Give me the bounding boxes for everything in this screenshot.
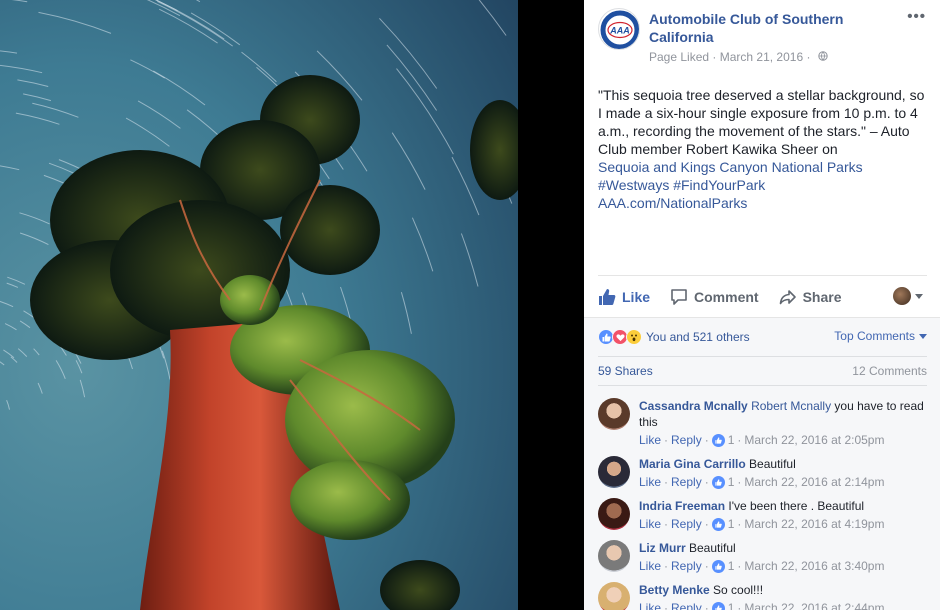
like-button[interactable]: Like xyxy=(598,288,650,306)
comment-actions: Like · Reply · 1 · March 22, 2016 at 2:44pm xyxy=(639,600,928,610)
comment-actions: Like · Reply · 1 · March 22, 2016 at 3:40pm xyxy=(639,558,928,574)
post-meta: Page Liked · March 21, 2016 · xyxy=(649,50,828,64)
commenter-avatar[interactable] xyxy=(598,498,630,530)
post-panel: AAA Automobile Club of Southern Californ… xyxy=(584,0,940,610)
comment-reply-link[interactable]: Reply xyxy=(671,516,702,532)
counts-row: 59 Shares 12 Comments xyxy=(598,356,927,386)
more-options-button[interactable]: ••• xyxy=(907,8,926,25)
comment-author[interactable]: Liz Murr xyxy=(639,541,686,555)
post-as-selector[interactable] xyxy=(893,287,923,305)
wow-reaction-icon xyxy=(626,329,642,345)
chevron-down-icon xyxy=(915,294,923,299)
share-label: Share xyxy=(803,289,842,305)
thumbs-up-icon xyxy=(598,288,616,306)
comment-author[interactable]: Betty Menke xyxy=(639,583,710,597)
comment-label: Comment xyxy=(694,289,759,305)
like-reaction-icon xyxy=(712,602,725,610)
shares-count[interactable]: 59 Shares xyxy=(598,364,653,378)
comment-like-count[interactable]: 1 xyxy=(728,432,735,448)
comment-time[interactable]: March 22, 2016 at 2:44pm xyxy=(744,600,884,610)
post-date[interactable]: March 21, 2016 xyxy=(720,50,803,64)
page-liked-label[interactable]: Page Liked xyxy=(649,50,709,64)
comment-reply-link[interactable]: Reply xyxy=(671,558,702,574)
post-body: "This sequoia tree deserved a stellar ba… xyxy=(598,86,928,212)
comment-like-link[interactable]: Like xyxy=(639,516,661,532)
post-action-bar: Like Comment Share xyxy=(598,275,927,317)
commenter-avatar[interactable] xyxy=(598,582,630,610)
comment-author[interactable]: Indria Freeman xyxy=(639,499,725,513)
comment-time[interactable]: March 22, 2016 at 3:40pm xyxy=(744,558,884,574)
comment-like-link[interactable]: Like xyxy=(639,432,661,448)
comment-text: Beautiful xyxy=(746,457,796,471)
reactions-row: You and 521 others Top Comments xyxy=(598,328,927,346)
post-body-text: "This sequoia tree deserved a stellar ba… xyxy=(598,87,924,157)
comment-like-link[interactable]: Like xyxy=(639,474,661,490)
like-reaction-icon xyxy=(712,560,725,573)
top-comments-label: Top Comments xyxy=(834,329,915,343)
reaction-icons[interactable] xyxy=(598,329,640,345)
top-comments-dropdown[interactable]: Top Comments xyxy=(834,329,927,343)
comment-text: So cool!!! xyxy=(710,583,763,597)
comment-actions: Like · Reply · 1 · March 22, 2016 at 2:05pm xyxy=(639,432,928,448)
url-link[interactable]: AAA.com/NationalParks xyxy=(598,194,928,212)
comment-reply-link[interactable]: Reply xyxy=(671,432,702,448)
comment-reply-link[interactable]: Reply xyxy=(671,600,702,610)
comment-actions: Like · Reply · 1 · March 22, 2016 at 2:14pm xyxy=(639,474,928,490)
globe-icon xyxy=(818,51,828,64)
commenter-avatar[interactable] xyxy=(598,456,630,488)
sequoia-star-trails-image xyxy=(0,0,518,610)
svg-text:AAA: AAA xyxy=(609,26,630,36)
comment-reply-link[interactable]: Reply xyxy=(671,474,702,490)
comment-text: Beautiful xyxy=(686,541,736,555)
comment-mention[interactable]: Robert Mcnally xyxy=(751,399,831,413)
aaa-logo-icon: AAA xyxy=(599,9,640,50)
comment-like-count[interactable]: 1 xyxy=(728,558,735,574)
like-reaction-icon xyxy=(712,518,725,531)
comment-like-link[interactable]: Like xyxy=(639,558,661,574)
feedback-section: You and 521 others Top Comments 59 Share… xyxy=(584,317,940,610)
like-label: Like xyxy=(622,289,650,305)
share-button[interactable]: Share xyxy=(779,288,842,306)
post-photo[interactable] xyxy=(0,0,518,610)
comment-like-count[interactable]: 1 xyxy=(728,474,735,490)
page-avatar[interactable]: AAA xyxy=(598,8,640,50)
comment-author[interactable]: Cassandra Mcnally xyxy=(639,399,748,413)
comment-like-count[interactable]: 1 xyxy=(728,516,735,532)
comment-time[interactable]: March 22, 2016 at 4:19pm xyxy=(744,516,884,532)
comment-button[interactable]: Comment xyxy=(670,288,759,306)
comment-text: I've been there . Beautiful xyxy=(725,499,864,513)
hashtags-link[interactable]: #Westways #FindYourPark xyxy=(598,176,928,194)
comment-author[interactable]: Maria Gina Carrillo xyxy=(639,457,746,471)
comment-icon xyxy=(670,288,688,306)
comment-time[interactable]: March 22, 2016 at 2:14pm xyxy=(744,474,884,490)
like-reaction-icon xyxy=(712,476,725,489)
commenter-avatar[interactable] xyxy=(598,540,630,572)
reactions-summary[interactable]: You and 521 others xyxy=(646,330,750,344)
comments-count[interactable]: 12 Comments xyxy=(852,364,927,378)
comment-actions: Like · Reply · 1 · March 22, 2016 at 4:19pm xyxy=(639,516,928,532)
like-reaction-icon xyxy=(712,434,725,447)
share-icon xyxy=(779,288,797,306)
comment-like-count[interactable]: 1 xyxy=(728,600,735,610)
comment-time[interactable]: March 22, 2016 at 2:05pm xyxy=(744,432,884,448)
page-name[interactable]: Automobile Club of Southern California xyxy=(649,10,889,46)
comment-like-link[interactable]: Like xyxy=(639,600,661,610)
commenter-avatar[interactable] xyxy=(598,398,630,430)
post-header: AAA Automobile Club of Southern Californ… xyxy=(584,0,940,76)
chevron-down-icon xyxy=(919,334,927,339)
park-link[interactable]: Sequoia and Kings Canyon National Parks xyxy=(598,158,928,176)
user-avatar xyxy=(893,287,911,305)
